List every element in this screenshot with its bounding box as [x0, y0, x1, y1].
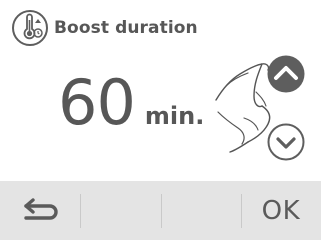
page-title: Boost duration [54, 18, 198, 38]
back-arrow-icon [24, 197, 58, 220]
ok-label: OK [261, 195, 301, 226]
decrease-button[interactable] [267, 123, 305, 161]
footer-slot-2 [80, 181, 160, 240]
header: Boost duration [10, 8, 198, 48]
back-button[interactable] [0, 181, 80, 240]
duration-unit: min. [144, 102, 205, 130]
ok-button[interactable]: OK [240, 181, 321, 240]
duration-value: 60 [58, 66, 136, 139]
boost-duration-screen: Boost duration 60 min. OK [0, 0, 321, 240]
increase-button[interactable] [267, 55, 305, 93]
footer-slot-3 [160, 181, 241, 240]
duration-display: 60 min. [58, 72, 204, 134]
thermometer-boost-icon [12, 10, 48, 46]
footer-bar: OK [0, 181, 321, 240]
